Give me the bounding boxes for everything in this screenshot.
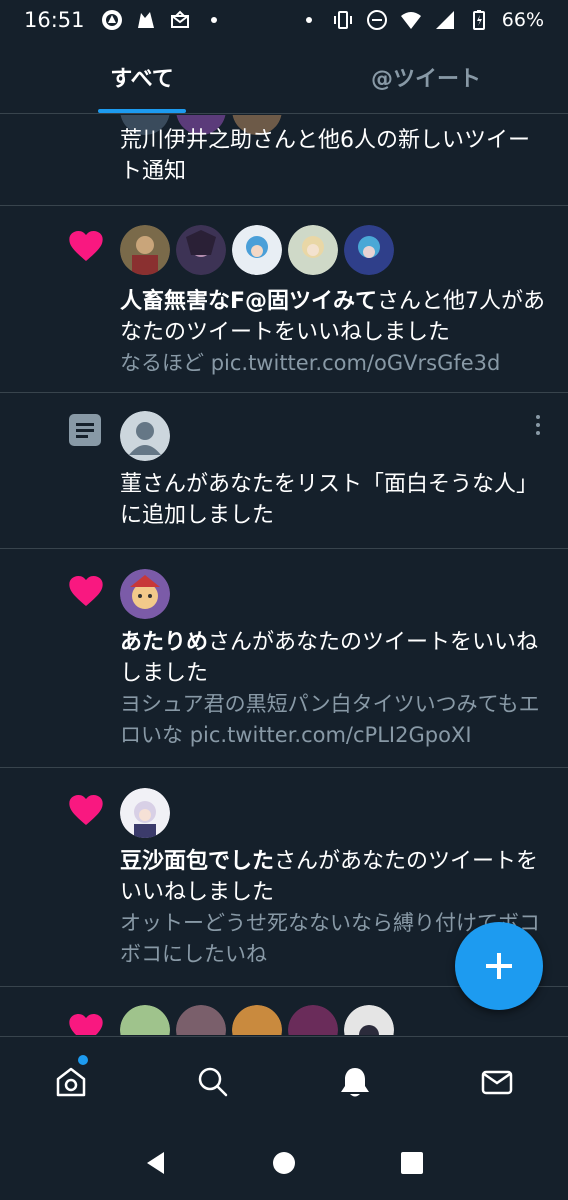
status-right: 66% (298, 9, 544, 31)
avatar-row (120, 1005, 394, 1035)
avatar[interactable] (344, 1005, 394, 1035)
tab-mentions[interactable]: @ツイート (284, 40, 568, 113)
status-bar: 16:51 66% (0, 0, 568, 40)
notification-feed[interactable]: 荒川伊井之助さんと他6人の新しいツイート通知 人畜無害なF@固ツイみてさんと他7… (0, 115, 568, 1035)
vibrate-icon (333, 11, 352, 29)
notifications-icon (341, 1067, 369, 1096)
tweet-preview[interactable]: なるほど pic.twitter.com/oGVrsGfe3d (120, 348, 550, 379)
avatar[interactable] (232, 1005, 282, 1035)
notification-text: あたりめさんがあなたのツイートをいいねしました (120, 627, 550, 689)
home-icon (56, 1067, 86, 1096)
avatar[interactable] (120, 1005, 170, 1035)
nav-search[interactable] (142, 1037, 284, 1126)
plus-icon (486, 953, 512, 979)
notification-text: 人畜無害なF@固ツイみてさんと他7人があなたのツイートをいいねしました (120, 286, 550, 348)
user-name[interactable]: あたりめ (120, 630, 208, 655)
user-name[interactable]: 人畜無害なF@固ツイみて (120, 289, 377, 314)
app-notification-icon (101, 10, 122, 30)
tab-all-label: すべて (110, 66, 174, 92)
active-tab-indicator (98, 109, 186, 113)
status-time: 16:51 (24, 8, 85, 32)
recents-icon[interactable] (398, 1149, 426, 1177)
avatar[interactable] (120, 411, 170, 461)
notification-item-like[interactable]: あたりめさんがあなたのツイートをいいねしました ヨシュア君の黒短パン白タイツいつ… (0, 549, 568, 768)
avatar[interactable] (288, 1005, 338, 1035)
notification-message: 荒川伊井之助さんと他6人の新しいツイート通知 (120, 128, 530, 184)
search-icon (198, 1067, 228, 1096)
tweet-media-link[interactable]: pic.twitter.com/cPLI2GpoXI (190, 723, 472, 747)
avatar[interactable] (176, 225, 226, 275)
avatar[interactable] (344, 225, 394, 275)
dot-icon (305, 17, 312, 23)
battery-icon (472, 10, 485, 30)
avatar-row (120, 225, 394, 275)
tweet-preview-text: なるほど (120, 351, 211, 375)
avatar[interactable] (120, 569, 170, 619)
dnd-icon (366, 10, 387, 30)
status-left-icons (101, 9, 225, 31)
cat-icon (137, 12, 154, 28)
compose-tweet-button[interactable] (455, 922, 543, 1010)
tweet-preview[interactable]: ヨシュア君の黒短パン白タイツいつみてもエロいな pic.twitter.com/… (120, 689, 550, 751)
list-icon (69, 414, 101, 446)
signal-icon (435, 11, 454, 29)
notification-item-like[interactable]: 人畜無害なF@固ツイみてさんと他7人があなたのツイートをいいねしました なるほど… (0, 206, 568, 393)
heart-icon (69, 576, 103, 606)
nav-messages[interactable] (426, 1037, 568, 1126)
tweet-media-link[interactable]: pic.twitter.com/oGVrsGfe3d (211, 351, 501, 375)
home-button-icon[interactable] (270, 1149, 298, 1177)
avatar[interactable] (288, 225, 338, 275)
heart-icon (69, 231, 103, 261)
heart-icon (69, 1014, 103, 1035)
notification-text: 荒川伊井之助さんと他6人の新しいツイート通知 (120, 125, 550, 187)
avatar[interactable] (120, 225, 170, 275)
system-navigation (0, 1126, 568, 1200)
more-options-button[interactable] (534, 415, 542, 439)
new-content-dot (78, 1055, 88, 1065)
back-icon[interactable] (142, 1149, 170, 1177)
user-name[interactable]: 豆沙面包でした (120, 849, 274, 874)
avatar[interactable] (120, 788, 170, 838)
tab-mentions-label: @ツイート (370, 66, 481, 92)
notification-item-new-tweets[interactable]: 荒川伊井之助さんと他6人の新しいツイート通知 (0, 115, 568, 206)
nav-home[interactable] (0, 1037, 142, 1126)
battery-percent: 66% (501, 9, 544, 31)
nav-notifications[interactable] (284, 1037, 426, 1126)
heart-icon (69, 795, 103, 825)
dot-icon (210, 17, 217, 23)
messages-icon (481, 1070, 513, 1094)
notification-text: 菫さんがあなたをリスト「面白そうな人」に追加しました (120, 469, 550, 531)
tab-all[interactable]: すべて (0, 40, 284, 113)
avatar[interactable] (232, 225, 282, 275)
bottom-navigation (0, 1036, 568, 1126)
notification-item-list[interactable]: 菫さんがあなたをリスト「面白そうな人」に追加しました (0, 393, 568, 549)
notification-message: 菫さんがあなたをリスト「面白そうな人」に追加しました (120, 472, 539, 528)
avatar[interactable] (176, 1005, 226, 1035)
mail-icon (170, 10, 189, 28)
notification-tabs: すべて @ツイート (0, 40, 568, 114)
notification-text: 豆沙面包でしたさんがあなたのツイートをいいねしました (120, 846, 550, 908)
wifi-icon (400, 12, 421, 29)
